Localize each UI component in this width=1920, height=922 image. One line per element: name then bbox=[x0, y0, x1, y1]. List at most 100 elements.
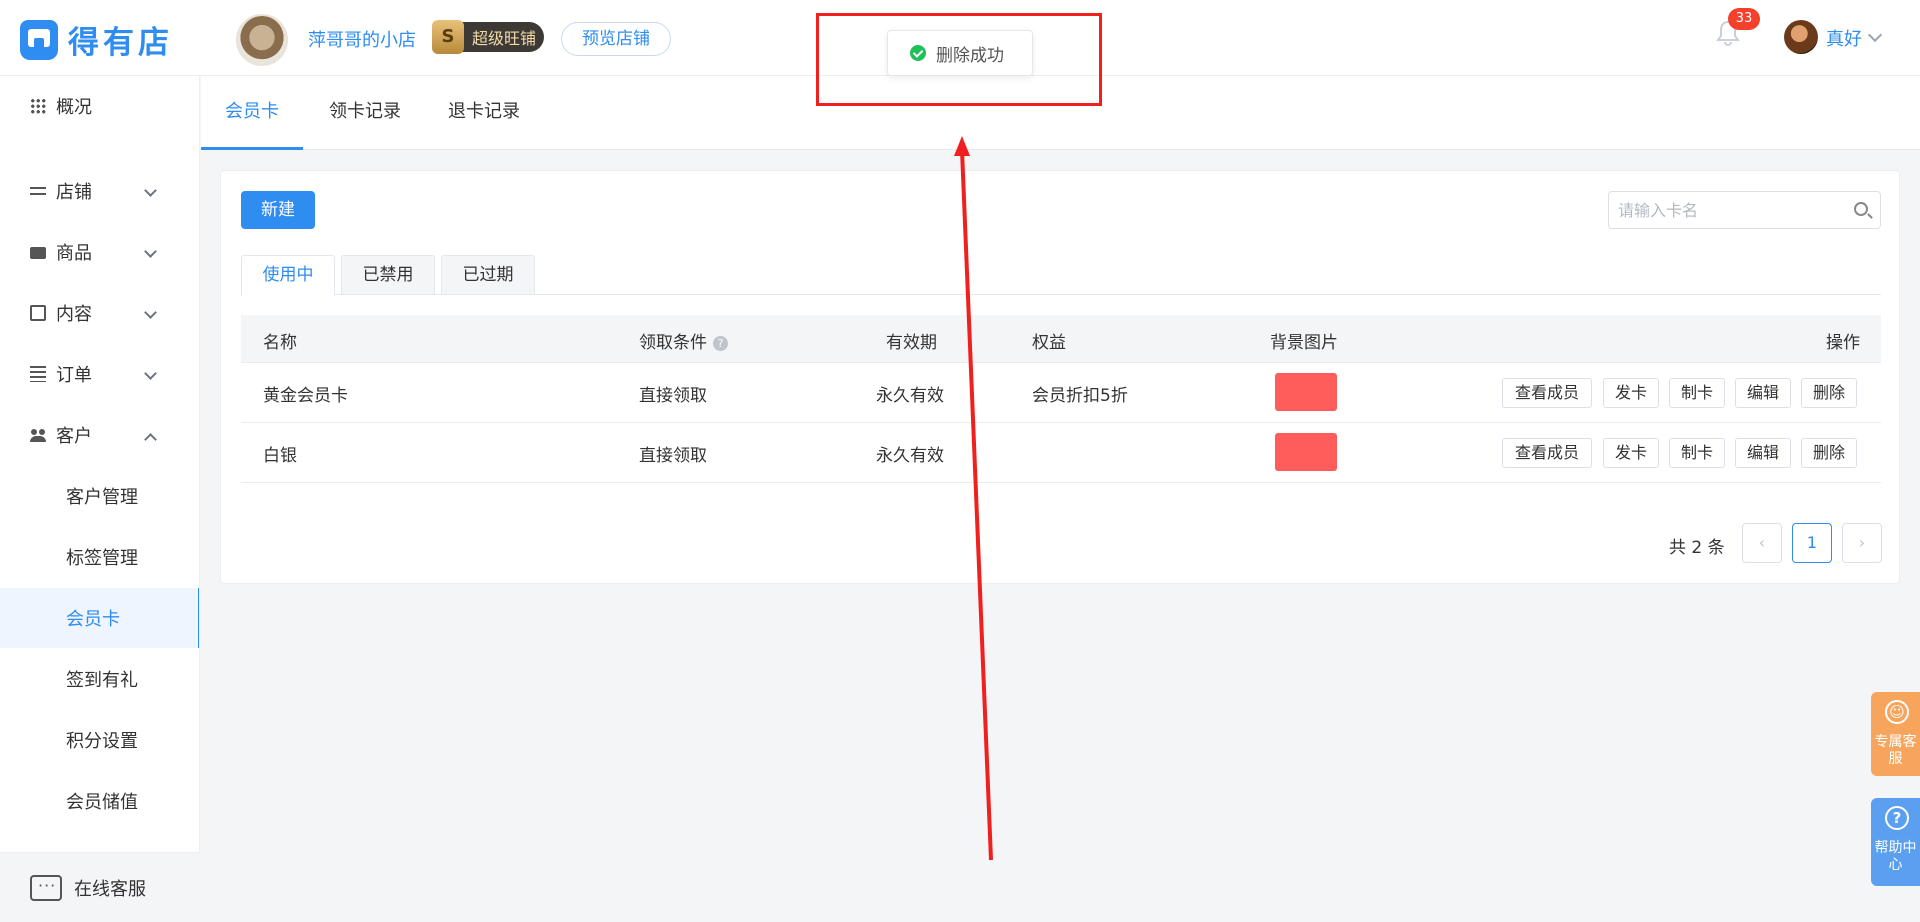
sidebar-sub-points[interactable]: 积分设置 bbox=[0, 710, 199, 770]
column-header-actions: 操作 bbox=[1826, 333, 1860, 353]
online-service-label: 在线客服 bbox=[74, 878, 146, 900]
toast-message: 删除成功 bbox=[936, 45, 1004, 66]
view-members-button[interactable]: 查看成员 bbox=[1502, 378, 1592, 408]
view-members-button[interactable]: 查看成员 bbox=[1502, 438, 1592, 468]
sidebar-item-label: 概况 bbox=[56, 97, 92, 118]
card-condition: 直接领取 bbox=[639, 446, 707, 466]
sidebar-item-overview[interactable]: 概况 bbox=[0, 76, 199, 136]
sidebar-item-content[interactable]: 内容 bbox=[0, 283, 199, 343]
card-name: 白银 bbox=[263, 446, 297, 466]
sliders-icon bbox=[30, 183, 46, 199]
column-header-name: 名称 bbox=[263, 333, 297, 353]
document-icon bbox=[30, 305, 46, 321]
vip-s-icon: S bbox=[432, 20, 464, 54]
search-input[interactable] bbox=[1609, 192, 1839, 228]
edit-button[interactable]: 编辑 bbox=[1735, 438, 1791, 468]
delete-button[interactable]: 删除 bbox=[1801, 378, 1857, 408]
tab-in-use[interactable]: 使用中 bbox=[241, 255, 335, 296]
chevron-down-icon[interactable] bbox=[1867, 27, 1883, 43]
box-icon bbox=[30, 247, 46, 259]
sidebar-item-label: 商品 bbox=[56, 243, 92, 264]
users-icon bbox=[30, 427, 46, 443]
column-header-validity: 有效期 bbox=[886, 333, 937, 353]
background-swatch bbox=[1275, 433, 1337, 471]
card-validity: 永久有效 bbox=[876, 386, 944, 406]
new-button[interactable]: 新建 bbox=[241, 191, 315, 229]
help-center-button[interactable]: ? 帮助中心 bbox=[1871, 798, 1920, 886]
edit-button[interactable]: 编辑 bbox=[1735, 378, 1791, 408]
sidebar-item-label: 内容 bbox=[56, 304, 92, 325]
sidebar-sub-check-in[interactable]: 签到有礼 bbox=[0, 649, 199, 709]
sidebar-item-products[interactable]: 商品 bbox=[0, 222, 199, 282]
member-card-panel: 新建 使用中 已禁用 已过期 名称 领取条件? 有效期 权益 背景图片 操作 黄… bbox=[220, 170, 1900, 584]
dedicated-support-label: 专属客服 bbox=[1874, 734, 1917, 767]
notification-count-badge: 33 bbox=[1728, 8, 1760, 30]
table-header: 名称 领取条件? 有效期 权益 背景图片 操作 bbox=[241, 315, 1881, 363]
search-icon[interactable] bbox=[1854, 202, 1868, 216]
list-icon bbox=[30, 366, 46, 382]
success-toast: 删除成功 bbox=[887, 30, 1033, 76]
search-field[interactable] bbox=[1608, 191, 1881, 229]
vip-badge: S 超级旺铺 bbox=[432, 20, 544, 54]
status-tabs: 使用中 已禁用 已过期 bbox=[241, 255, 1881, 296]
make-card-button[interactable]: 制卡 bbox=[1669, 378, 1725, 408]
shop-avatar[interactable] bbox=[236, 14, 288, 66]
user-name[interactable]: 真好 bbox=[1826, 25, 1862, 51]
column-header-background: 背景图片 bbox=[1270, 333, 1338, 353]
preview-store-button[interactable]: 预览店铺 bbox=[561, 22, 671, 56]
help-center-label: 帮助中心 bbox=[1874, 840, 1917, 873]
next-page-button[interactable]: › bbox=[1842, 523, 1882, 563]
make-card-button[interactable]: 制卡 bbox=[1669, 438, 1725, 468]
chevron-down-icon bbox=[144, 306, 157, 319]
sidebar-item-store[interactable]: 店铺 bbox=[0, 161, 199, 221]
question-icon: ? bbox=[1885, 806, 1909, 830]
chevron-down-icon bbox=[144, 184, 157, 197]
help-icon[interactable]: ? bbox=[713, 335, 728, 351]
column-header-benefit: 权益 bbox=[1032, 333, 1066, 353]
sidebar-sub-customer-management[interactable]: 客户管理 bbox=[0, 466, 199, 526]
tab-expired[interactable]: 已过期 bbox=[441, 255, 535, 295]
sidebar-item-label: 客户 bbox=[56, 426, 92, 447]
sidebar-item-customers[interactable]: 客户 bbox=[0, 405, 199, 465]
card-name: 黄金会员卡 bbox=[263, 386, 348, 406]
chevron-up-icon bbox=[144, 433, 157, 446]
chat-icon bbox=[30, 874, 62, 901]
card-validity: 永久有效 bbox=[876, 446, 944, 466]
tab-disabled[interactable]: 已禁用 bbox=[341, 255, 435, 295]
vip-label: 超级旺铺 bbox=[472, 29, 537, 48]
check-circle-icon bbox=[910, 45, 926, 61]
tab-return-records[interactable]: 退卡记录 bbox=[436, 76, 532, 150]
tab-claim-records[interactable]: 领卡记录 bbox=[317, 76, 413, 150]
online-service-button[interactable]: 在线客服 bbox=[0, 852, 200, 922]
sidebar-sub-stored-value[interactable]: 会员储值 bbox=[0, 771, 199, 831]
sidebar-sub-member-card[interactable]: 会员卡 bbox=[0, 588, 199, 648]
sidebar-item-label: 店铺 bbox=[56, 182, 92, 203]
issue-card-button[interactable]: 发卡 bbox=[1603, 378, 1659, 408]
table-row: 白银 直接领取 永久有效 查看成员 发卡 制卡 编辑 删除 bbox=[241, 423, 1881, 483]
pagination-total: 共 2 条 bbox=[1669, 538, 1725, 558]
card-condition: 直接领取 bbox=[639, 386, 707, 406]
sidebar-sub-tag-management[interactable]: 标签管理 bbox=[0, 527, 199, 587]
sidebar-item-orders[interactable]: 订单 bbox=[0, 344, 199, 404]
delete-button[interactable]: 删除 bbox=[1801, 438, 1857, 468]
user-avatar[interactable] bbox=[1784, 20, 1818, 54]
sidebar-item-label: 订单 bbox=[56, 365, 92, 386]
issue-card-button[interactable]: 发卡 bbox=[1603, 438, 1659, 468]
card-benefit: 会员折扣5折 bbox=[1032, 386, 1128, 406]
chevron-down-icon bbox=[144, 245, 157, 258]
headset-icon: ☺ bbox=[1885, 700, 1909, 724]
column-header-label: 领取条件 bbox=[639, 333, 707, 353]
shop-name-link[interactable]: 萍哥哥的小店 bbox=[308, 26, 416, 52]
sidebar: 概况 店铺 商品 内容 订单 客户 客户管理 标签管理 会员卡 签到有礼 积分设… bbox=[0, 76, 200, 922]
background-swatch bbox=[1275, 373, 1337, 411]
app-logo[interactable]: 得有店 bbox=[20, 17, 173, 62]
logo-text: 得有店 bbox=[68, 25, 173, 61]
page-1-button[interactable]: 1 bbox=[1792, 523, 1832, 563]
table-row: 黄金会员卡 直接领取 永久有效 会员折扣5折 查看成员 发卡 制卡 编辑 删除 bbox=[241, 363, 1881, 423]
dedicated-support-button[interactable]: ☺ 专属客服 bbox=[1871, 692, 1920, 776]
tab-member-card[interactable]: 会员卡 bbox=[201, 76, 303, 150]
chevron-down-icon bbox=[144, 367, 157, 380]
prev-page-button[interactable]: ‹ bbox=[1742, 523, 1782, 563]
store-icon bbox=[20, 19, 58, 60]
grid-icon bbox=[30, 98, 46, 114]
